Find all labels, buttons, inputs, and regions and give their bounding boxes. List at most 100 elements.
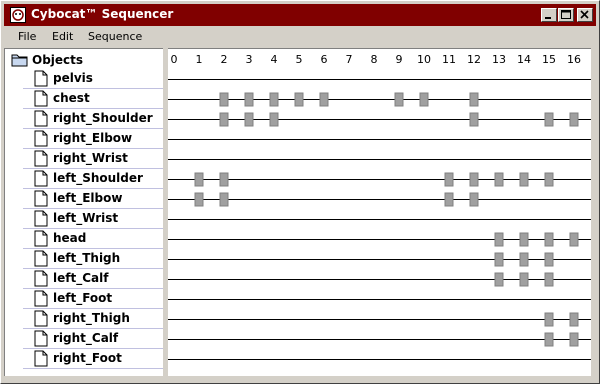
keyframe-marker[interactable] bbox=[294, 92, 304, 107]
document-icon bbox=[34, 170, 48, 187]
keyframe-marker[interactable] bbox=[469, 92, 479, 107]
frame-tick-label: 8 bbox=[371, 53, 378, 66]
keyframe-marker[interactable] bbox=[194, 192, 204, 207]
keyframe-marker[interactable] bbox=[519, 172, 529, 187]
tree-item-right-foot[interactable]: right_Foot bbox=[5, 349, 163, 369]
menu-edit[interactable]: Edit bbox=[52, 30, 73, 43]
tree-item-label: right_Shoulder bbox=[53, 111, 153, 125]
tree-root-objects[interactable]: Objects bbox=[5, 51, 163, 69]
tree-item-label: right_Thigh bbox=[53, 311, 130, 325]
minimize-button[interactable] bbox=[541, 8, 557, 22]
keyframe-marker[interactable] bbox=[569, 332, 579, 347]
tree-item-label: left_Elbow bbox=[53, 191, 123, 205]
frame-tick-label: 12 bbox=[467, 53, 481, 66]
timeline-canvas: 0 1 2 3 4 5 6 7 8 9 10 11 12 13 14 15 16 bbox=[168, 53, 591, 360]
tree-item-left-thigh[interactable]: left_Thigh bbox=[5, 249, 163, 269]
keyframe-marker[interactable] bbox=[519, 232, 529, 247]
keyframe-marker[interactable] bbox=[219, 112, 229, 127]
vertical-scrollbar[interactable] bbox=[591, 48, 597, 376]
keyframe-marker[interactable] bbox=[519, 252, 529, 267]
menu-sequence[interactable]: Sequence bbox=[88, 30, 142, 43]
tree-item-right-shoulder[interactable]: right_Shoulder bbox=[5, 109, 163, 129]
tree-item-label: left_Wrist bbox=[53, 211, 119, 225]
tree-item-left-elbow[interactable]: left_Elbow bbox=[5, 189, 163, 209]
keyframe-marker[interactable] bbox=[544, 112, 554, 127]
keyframe-marker[interactable] bbox=[444, 172, 454, 187]
frame-tick-label: 13 bbox=[492, 53, 506, 66]
tree-item-label: head bbox=[53, 231, 87, 245]
keyframe-marker[interactable] bbox=[544, 272, 554, 287]
frame-tick-label: 15 bbox=[542, 53, 556, 66]
keyframe-marker[interactable] bbox=[494, 172, 504, 187]
document-icon bbox=[34, 190, 48, 207]
keyframe-marker[interactable] bbox=[494, 272, 504, 287]
frame-tick-label: 4 bbox=[271, 53, 278, 66]
keyframe-marker[interactable] bbox=[219, 92, 229, 107]
document-icon bbox=[34, 270, 48, 287]
keyframe-marker[interactable] bbox=[194, 172, 204, 187]
row-separator bbox=[23, 368, 163, 369]
document-icon bbox=[34, 110, 48, 127]
frame-tick-label: 5 bbox=[296, 53, 303, 66]
tree-item-label: right_Wrist bbox=[53, 151, 128, 165]
menu-file[interactable]: File bbox=[18, 30, 36, 43]
keyframe-marker[interactable] bbox=[469, 112, 479, 127]
object-tree: Objects pelvis chest right_Shoulder right_E… bbox=[4, 48, 163, 376]
tree-item-right-elbow[interactable]: right_Elbow bbox=[5, 129, 163, 149]
document-icon bbox=[34, 90, 48, 107]
document-icon bbox=[34, 330, 48, 347]
keyframe-marker[interactable] bbox=[269, 92, 279, 107]
title-bar[interactable]: Cybocat™ Sequencer bbox=[4, 4, 596, 26]
document-icon bbox=[34, 230, 48, 247]
timeline-panel: 0 1 2 3 4 5 6 7 8 9 10 11 12 13 14 15 16 bbox=[168, 48, 591, 376]
tree-item-right-calf[interactable]: right_Calf bbox=[5, 329, 163, 349]
tree-item-left-wrist[interactable]: left_Wrist bbox=[5, 209, 163, 229]
keyframe-marker[interactable] bbox=[494, 252, 504, 267]
keyframe-marker[interactable] bbox=[319, 92, 329, 107]
close-icon bbox=[580, 10, 589, 19]
frame-tick-label: 16 bbox=[567, 53, 581, 66]
keyframe-marker[interactable] bbox=[569, 232, 579, 247]
keyframe-marker[interactable] bbox=[444, 192, 454, 207]
tree-item-head[interactable]: head bbox=[5, 229, 163, 249]
keyframe-marker[interactable] bbox=[244, 92, 254, 107]
tree-item-pelvis[interactable]: pelvis bbox=[5, 69, 163, 89]
keyframe-marker[interactable] bbox=[419, 92, 429, 107]
tree-root-label: Objects bbox=[32, 53, 84, 67]
frame-tick-label: 3 bbox=[246, 53, 253, 66]
keyframe-marker[interactable] bbox=[244, 112, 254, 127]
maximize-button[interactable] bbox=[558, 8, 574, 22]
keyframe-marker[interactable] bbox=[494, 232, 504, 247]
frame-tick-label: 2 bbox=[221, 53, 228, 66]
frame-tick-label: 0 bbox=[171, 53, 178, 66]
tree-item-left-calf[interactable]: left_Calf bbox=[5, 269, 163, 289]
keyframe-marker[interactable] bbox=[469, 172, 479, 187]
tree-item-chest[interactable]: chest bbox=[5, 89, 163, 109]
keyframe-marker[interactable] bbox=[469, 192, 479, 207]
keyframe-marker[interactable] bbox=[394, 92, 404, 107]
keyframe-marker[interactable] bbox=[569, 312, 579, 327]
window-title: Cybocat™ Sequencer bbox=[31, 7, 174, 21]
frame-tick-label: 9 bbox=[396, 53, 403, 66]
keyframe-marker[interactable] bbox=[544, 172, 554, 187]
keyframe-marker[interactable] bbox=[269, 112, 279, 127]
keyframe-marker[interactable] bbox=[569, 112, 579, 127]
keyframe-marker[interactable] bbox=[544, 232, 554, 247]
close-button[interactable] bbox=[577, 8, 593, 22]
keyframe-marker[interactable] bbox=[219, 192, 229, 207]
document-icon bbox=[34, 250, 48, 267]
document-icon bbox=[34, 150, 48, 167]
tree-item-right-wrist[interactable]: right_Wrist bbox=[5, 149, 163, 169]
tree-item-label: right_Calf bbox=[53, 331, 119, 345]
tree-item-left-shoulder[interactable]: left_Shoulder bbox=[5, 169, 163, 189]
keyframe-marker[interactable] bbox=[519, 272, 529, 287]
keyframe-marker[interactable] bbox=[544, 252, 554, 267]
maximize-icon bbox=[561, 10, 571, 19]
document-icon bbox=[34, 350, 48, 367]
keyframe-marker[interactable] bbox=[544, 312, 554, 327]
tree-item-left-foot[interactable]: left_Foot bbox=[5, 289, 163, 309]
tree-item-label: left_Thigh bbox=[53, 251, 121, 265]
tree-item-right-thigh[interactable]: right_Thigh bbox=[5, 309, 163, 329]
keyframe-marker[interactable] bbox=[219, 172, 229, 187]
keyframe-marker[interactable] bbox=[544, 332, 554, 347]
